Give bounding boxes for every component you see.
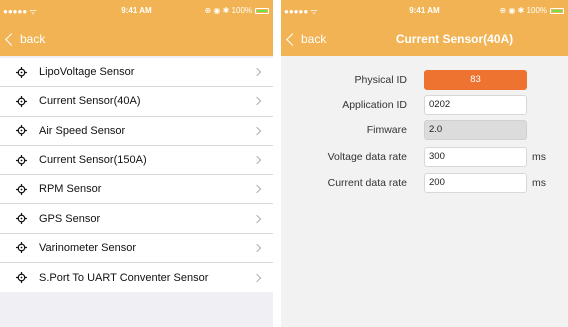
crosshair-icon bbox=[16, 242, 27, 254]
list-item[interactable]: Varinometer Sensor bbox=[0, 234, 273, 264]
chevron-right-icon bbox=[252, 67, 262, 77]
list-item-label: LipoVoltage Sensor bbox=[39, 66, 135, 79]
list-item-label: Varinometer Sensor bbox=[39, 241, 137, 254]
back-label: back bbox=[301, 32, 327, 46]
firmware-field: 2.0 bbox=[424, 120, 527, 140]
status-icons-text: ⊕ ◉ ✱ 100% bbox=[204, 6, 252, 15]
crosshair-icon bbox=[16, 66, 27, 78]
status-icons-text: ⊕ ◉ ✱ 100% bbox=[499, 6, 547, 15]
application-id-field[interactable]: 0202 bbox=[424, 95, 527, 115]
back-button[interactable]: back bbox=[285, 30, 326, 48]
nav-bar: back bbox=[0, 22, 273, 56]
status-icons: ⊕ ◉ ✱ 100% bbox=[204, 6, 269, 15]
current-rate-unit: ms bbox=[532, 177, 546, 189]
nav-bar: back Current Sensor(40A) bbox=[281, 22, 568, 56]
list-item-label: GPS Sensor bbox=[39, 212, 101, 225]
physical-id-label: Physical ID bbox=[354, 74, 407, 86]
voltage-rate-row: Voltage data rate 300 ms bbox=[281, 147, 568, 167]
list-item-label: RPM Sensor bbox=[39, 183, 102, 196]
chevron-right-icon bbox=[252, 185, 262, 194]
list-item-label: S.Port To UART Conventer Sensor bbox=[39, 271, 209, 284]
battery-icon bbox=[255, 7, 269, 14]
list-item[interactable]: Current Sensor(40A) bbox=[0, 87, 273, 117]
application-id-row: Application ID 0202 bbox=[281, 95, 568, 115]
voltage-rate-unit: ms bbox=[532, 151, 546, 163]
chevron-left-icon bbox=[286, 32, 299, 46]
current-rate-input[interactable]: 200 bbox=[424, 173, 527, 193]
crosshair-icon bbox=[16, 125, 27, 137]
list-item[interactable]: Current Sensor(150A) bbox=[0, 146, 273, 176]
list-item[interactable]: GPS Sensor bbox=[0, 204, 273, 234]
status-icons: ⊕ ◉ ✱ 100% bbox=[499, 6, 564, 15]
battery-icon bbox=[550, 7, 564, 14]
list-item-label: Current Sensor(150A) bbox=[39, 154, 147, 167]
sensor-list-screen: ●●●●● ᯤ 9:41 AM ⊕ ◉ ✱ 100% back LipoVolt… bbox=[0, 0, 273, 327]
chevron-right-icon bbox=[252, 273, 262, 282]
application-id-label: Application ID bbox=[342, 99, 407, 111]
crosshair-icon bbox=[16, 183, 27, 195]
physical-id-row: Physical ID 83 bbox=[281, 70, 568, 90]
current-rate-label: Current data rate bbox=[327, 177, 407, 189]
list-item-label: Current Sensor(40A) bbox=[39, 95, 141, 108]
list-item[interactable]: Air Speed Sensor bbox=[0, 117, 273, 146]
list-item[interactable]: S.Port To UART Conventer Sensor bbox=[0, 263, 273, 292]
voltage-rate-label: Voltage data rate bbox=[327, 151, 407, 163]
crosshair-icon bbox=[16, 213, 27, 225]
current-rate-row: Current data rate 200 ms bbox=[281, 173, 568, 193]
crosshair-icon bbox=[16, 272, 27, 284]
status-bar: ●●●●● ᯤ 9:41 AM ⊕ ◉ ✱ 100% bbox=[0, 0, 273, 22]
firmware-label: Fimware bbox=[366, 124, 407, 136]
sensor-detail-screen: ●●●●● ᯤ 9:41 AM ⊕ ◉ ✱ 100% back Current … bbox=[281, 0, 568, 327]
chevron-right-icon bbox=[252, 126, 262, 135]
physical-id-field[interactable]: 83 bbox=[424, 70, 527, 90]
back-label: back bbox=[20, 32, 46, 46]
chevron-right-icon bbox=[252, 243, 262, 253]
chevron-left-icon bbox=[5, 32, 18, 46]
back-button[interactable]: back bbox=[4, 30, 45, 48]
firmware-row: Fimware 2.0 bbox=[281, 120, 568, 140]
status-bar: ●●●●● ᯤ 9:41 AM ⊕ ◉ ✱ 100% bbox=[281, 0, 568, 22]
sensor-list: LipoVoltage Sensor Current Sensor(40A) Air… bbox=[0, 58, 273, 293]
crosshair-icon bbox=[16, 95, 27, 107]
list-item-label: Air Speed Sensor bbox=[39, 124, 126, 137]
crosshair-icon bbox=[16, 154, 27, 166]
list-item[interactable]: LipoVoltage Sensor bbox=[0, 58, 273, 88]
chevron-right-icon bbox=[252, 97, 262, 106]
chevron-right-icon bbox=[252, 214, 262, 223]
page-title: Current Sensor(40A) bbox=[395, 32, 514, 46]
list-item[interactable]: RPM Sensor bbox=[0, 175, 273, 205]
chevron-right-icon bbox=[252, 155, 262, 165]
voltage-rate-input[interactable]: 300 bbox=[424, 147, 527, 167]
